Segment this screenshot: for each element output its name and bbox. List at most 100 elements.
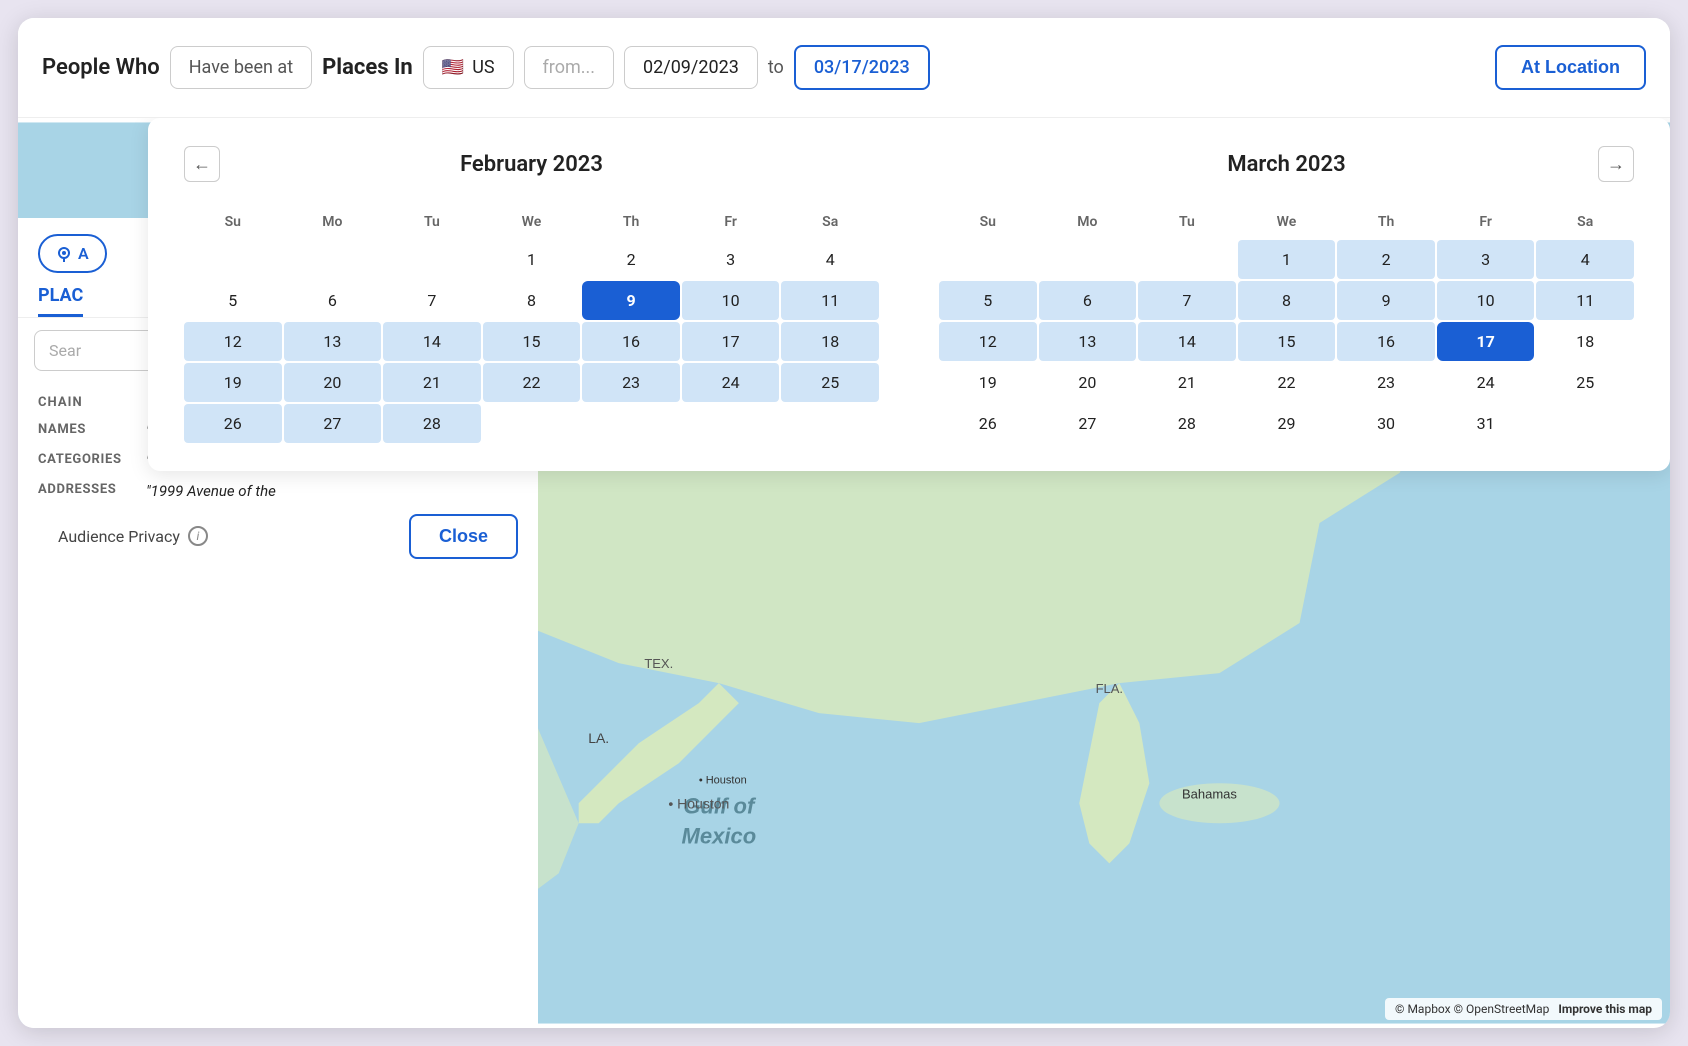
- day-header: Su: [939, 206, 1037, 238]
- calendar-day-cell[interactable]: 20: [284, 363, 382, 402]
- calendar-day-cell[interactable]: 14: [1138, 322, 1236, 361]
- calendar-day-cell[interactable]: 21: [1138, 363, 1236, 402]
- calendar-day-cell[interactable]: 30: [1337, 404, 1435, 443]
- calendar-day-cell[interactable]: 18: [1536, 322, 1634, 361]
- calendar-day-cell[interactable]: 21: [383, 363, 481, 402]
- day-header: Sa: [781, 206, 879, 238]
- calendar-day-cell[interactable]: 24: [682, 363, 780, 402]
- main-container: People Who Have been at Places In 🇺🇸 US …: [18, 18, 1670, 1028]
- location-icon: [56, 246, 72, 262]
- addresses-value: "1999 Avenue of the: [146, 482, 276, 500]
- calendar-day-cell[interactable]: 13: [1039, 322, 1137, 361]
- calendar-day-cell[interactable]: 27: [1039, 404, 1137, 443]
- close-button[interactable]: Close: [409, 514, 518, 559]
- calendar-day-cell[interactable]: 2: [1337, 240, 1435, 279]
- from-date-chip[interactable]: 02/09/2023: [624, 46, 758, 89]
- calendar-day-cell[interactable]: 6: [284, 281, 382, 320]
- day-header: Fr: [1437, 206, 1535, 238]
- day-header: Tu: [1138, 206, 1236, 238]
- february-calendar: ← February 2023 SuMoTuWeThFrSa1234567891…: [184, 146, 879, 443]
- calendar-day-cell[interactable]: 31: [1437, 404, 1535, 443]
- calendar-day-cell[interactable]: 15: [483, 322, 581, 361]
- calendar-day-cell[interactable]: 22: [1238, 363, 1336, 402]
- flag-icon: 🇺🇸: [442, 57, 464, 78]
- calendar-day-cell[interactable]: 17: [682, 322, 780, 361]
- calendar-day-cell[interactable]: 7: [383, 281, 481, 320]
- calendar-day-cell[interactable]: 16: [1337, 322, 1435, 361]
- calendar-day-cell[interactable]: 7: [1138, 281, 1236, 320]
- calendar-day-cell[interactable]: 10: [682, 281, 780, 320]
- calendar-day-cell[interactable]: 9: [582, 281, 680, 320]
- calendar-day-cell[interactable]: 15: [1238, 322, 1336, 361]
- calendar-day-cell[interactable]: 9: [1337, 281, 1435, 320]
- calendar-day-cell[interactable]: 1: [1238, 240, 1336, 279]
- addresses-label: ADDRESSES: [38, 482, 138, 500]
- calendar-day-cell[interactable]: 8: [1238, 281, 1336, 320]
- calendar-day-cell: [284, 240, 382, 279]
- calendar-day-cell[interactable]: 11: [781, 281, 879, 320]
- day-header: Th: [1337, 206, 1435, 238]
- calendar-day-cell[interactable]: 19: [939, 363, 1037, 402]
- map-copyright: © Mapbox © OpenStreetMap Improve this ma…: [1385, 998, 1662, 1020]
- calendar-day-cell: [383, 240, 481, 279]
- calendar-day-cell[interactable]: 19: [184, 363, 282, 402]
- day-header: Su: [184, 206, 282, 238]
- calendar-day-cell[interactable]: 5: [939, 281, 1037, 320]
- calendar-day-cell[interactable]: 1: [483, 240, 581, 279]
- day-header: We: [1238, 206, 1336, 238]
- calendar-day-cell[interactable]: 26: [939, 404, 1037, 443]
- names-label: NAMES: [38, 422, 138, 440]
- calendar-day-cell[interactable]: 23: [1337, 363, 1435, 402]
- calendar-day-cell[interactable]: 27: [284, 404, 382, 443]
- calendar-day-cell[interactable]: 17: [1437, 322, 1535, 361]
- calendar-day-cell[interactable]: 8: [483, 281, 581, 320]
- calendar-day-cell[interactable]: 16: [582, 322, 680, 361]
- have-been-at-chip[interactable]: Have been at: [170, 46, 312, 89]
- calendar-day-cell[interactable]: 5: [184, 281, 282, 320]
- february-grid: SuMoTuWeThFrSa12345678910111213141516171…: [184, 206, 879, 443]
- march-grid: SuMoTuWeThFrSa12345678910111213141516171…: [939, 206, 1634, 443]
- to-date-chip[interactable]: 03/17/2023: [794, 45, 930, 90]
- calendar-day-cell[interactable]: 14: [383, 322, 481, 361]
- day-header: Th: [582, 206, 680, 238]
- svg-text:Mexico: Mexico: [682, 823, 757, 848]
- prev-month-button[interactable]: ←: [184, 146, 220, 182]
- calendar-day-cell[interactable]: 20: [1039, 363, 1137, 402]
- calendar-day-cell[interactable]: 12: [939, 322, 1037, 361]
- next-month-button[interactable]: →: [1598, 146, 1634, 182]
- from-chip[interactable]: from...: [524, 46, 614, 89]
- day-header: Mo: [1039, 206, 1137, 238]
- calendar-day-cell[interactable]: 2: [582, 240, 680, 279]
- calendar-day-cell[interactable]: 28: [1138, 404, 1236, 443]
- places-tab[interactable]: PLAC: [38, 285, 83, 317]
- country-chip[interactable]: 🇺🇸 US: [423, 46, 514, 89]
- people-who-label: People Who: [42, 55, 160, 80]
- calendar-day-cell[interactable]: 26: [184, 404, 282, 443]
- calendar-day-cell[interactable]: 25: [1536, 363, 1634, 402]
- at-location-button[interactable]: At Location: [1495, 45, 1646, 90]
- calendar-day-cell[interactable]: 4: [1536, 240, 1634, 279]
- calendar-day-cell[interactable]: 29: [1238, 404, 1336, 443]
- calendar-day-cell[interactable]: 23: [582, 363, 680, 402]
- calendar-day-cell[interactable]: 22: [483, 363, 581, 402]
- at-location-tag[interactable]: A: [38, 234, 107, 273]
- calendar-day-cell[interactable]: 25: [781, 363, 879, 402]
- calendar-day-cell[interactable]: 28: [383, 404, 481, 443]
- calendar-day-cell[interactable]: 6: [1039, 281, 1137, 320]
- calendar-day-cell[interactable]: 3: [1437, 240, 1535, 279]
- calendar-day-cell[interactable]: 3: [682, 240, 780, 279]
- calendar-day-cell[interactable]: 10: [1437, 281, 1535, 320]
- calendar-day-cell[interactable]: 24: [1437, 363, 1535, 402]
- calendar-day-cell[interactable]: 11: [1536, 281, 1634, 320]
- calendar-day-cell[interactable]: 13: [284, 322, 382, 361]
- day-header: We: [483, 206, 581, 238]
- places-in-label: Places In: [322, 55, 413, 80]
- audience-privacy-label: Audience Privacy: [58, 527, 180, 546]
- calendar-day-cell[interactable]: 12: [184, 322, 282, 361]
- day-header: Sa: [1536, 206, 1634, 238]
- calendar-day-cell[interactable]: 18: [781, 322, 879, 361]
- to-label: to: [768, 57, 784, 78]
- calendar-day-cell[interactable]: 4: [781, 240, 879, 279]
- march-calendar: March 2023 → SuMoTuWeThFrSa1234567891011…: [939, 146, 1634, 443]
- improve-map-link[interactable]: Improve this map: [1558, 1002, 1652, 1016]
